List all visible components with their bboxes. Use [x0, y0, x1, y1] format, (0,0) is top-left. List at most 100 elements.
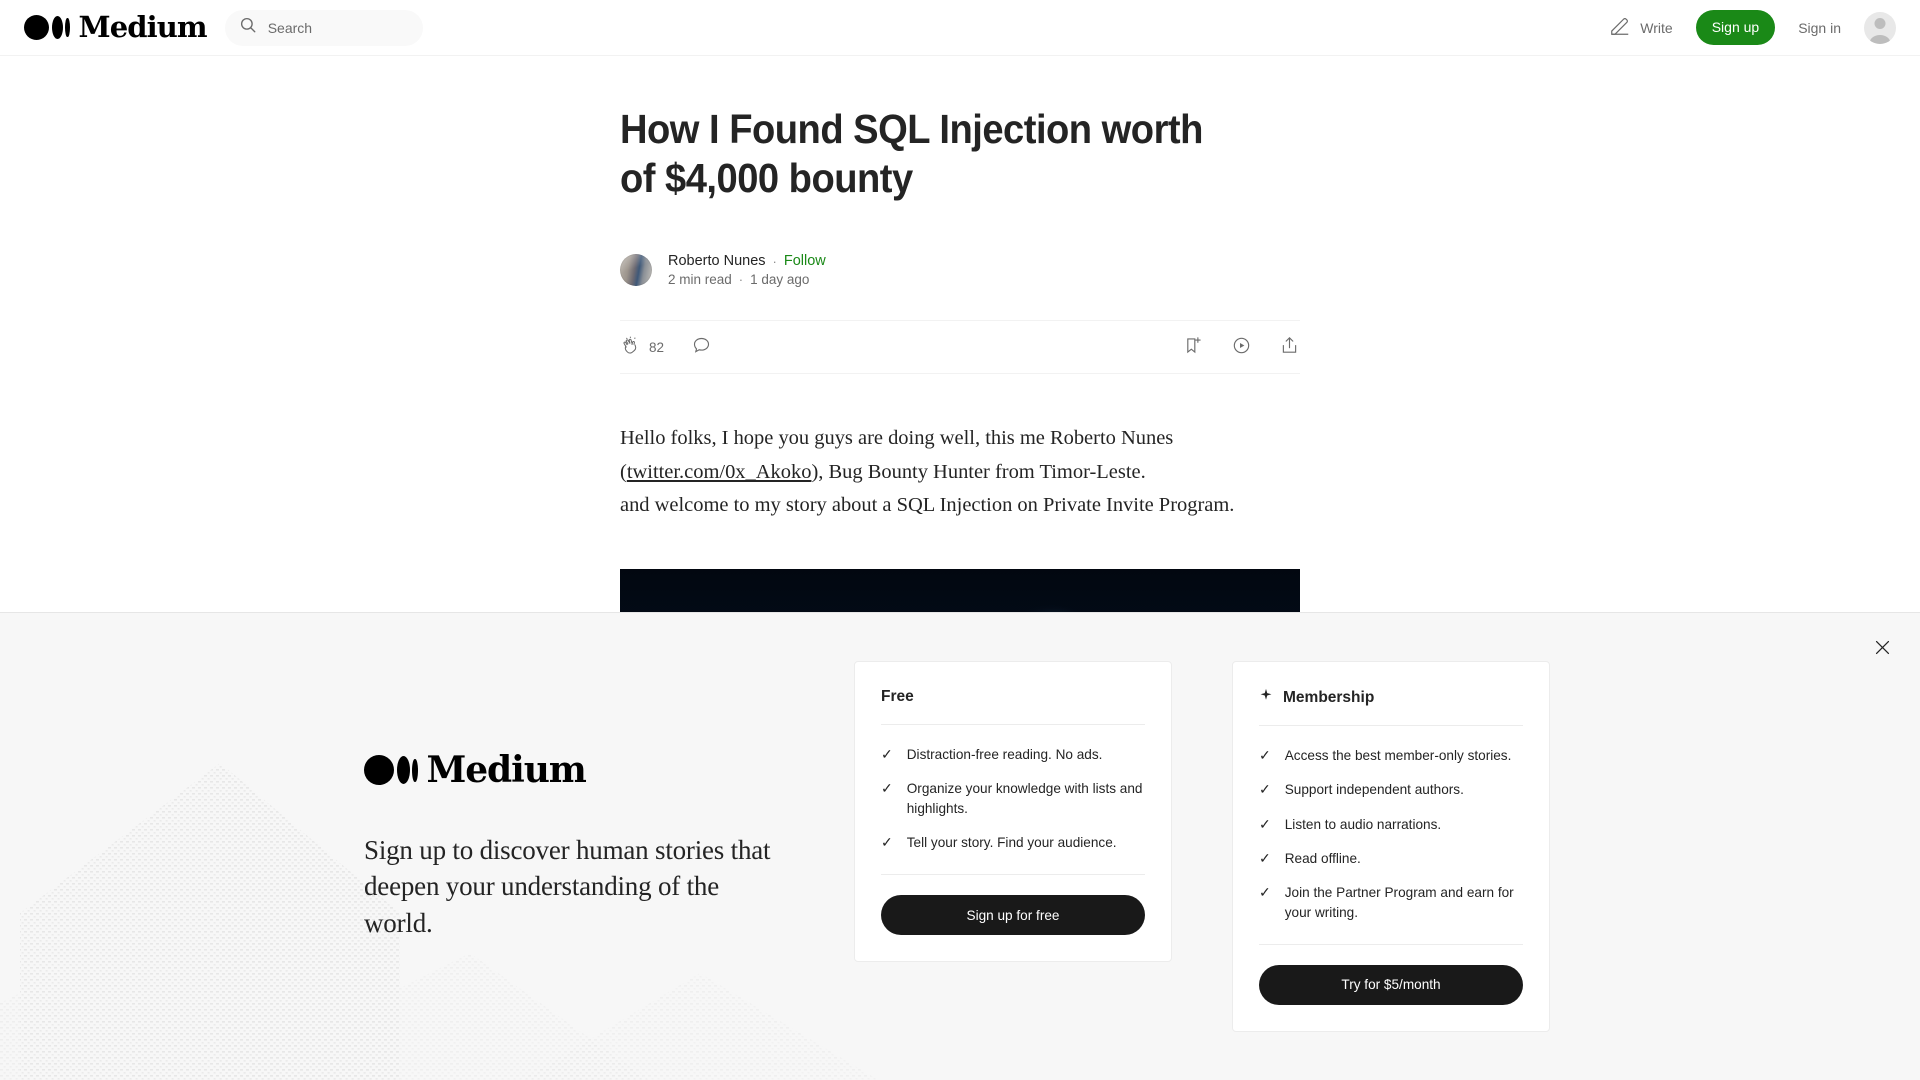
- header-left-group: Medium Search: [24, 9, 423, 46]
- listen-button[interactable]: [1231, 335, 1252, 359]
- check-icon: ✓: [1259, 884, 1271, 901]
- paragraph-line-3: and welcome to my story about a SQL Inje…: [620, 493, 1235, 516]
- membership-plan-divider-bottom: [1259, 943, 1523, 945]
- article-toolbar: 82: [620, 320, 1300, 375]
- free-plan-card: Free ✓ Distraction-free reading. No ads.…: [854, 661, 1172, 963]
- clap-count: 82: [649, 339, 665, 355]
- write-button-label: Write: [1640, 19, 1673, 36]
- banner-logo-mark: [364, 755, 418, 786]
- write-button[interactable]: Write: [1609, 15, 1673, 40]
- membership-plan-title: Membership: [1283, 688, 1375, 706]
- published-date: 1 day ago: [750, 272, 810, 288]
- medium-logo[interactable]: Medium: [24, 10, 208, 44]
- banner-logo-wordmark: Medium: [426, 749, 587, 792]
- list-item: ✓ Access the best member-only stories.: [1259, 746, 1523, 765]
- article-body-paragraph: Hello folks, I hope you guys are doing w…: [620, 422, 1300, 522]
- close-icon: [1873, 638, 1892, 660]
- search-icon: [239, 16, 257, 39]
- banner-content: Medium Sign up to discover human stories…: [0, 613, 1920, 1080]
- clap-button[interactable]: 82: [620, 335, 664, 359]
- search-input[interactable]: Search: [224, 9, 423, 46]
- list-item: ✓ Support independent authors.: [1259, 780, 1523, 799]
- feature-text: Read offline.: [1284, 851, 1361, 866]
- paragraph-open-paren: (: [620, 460, 627, 483]
- clap-icon: [620, 335, 641, 359]
- logo-circle-medium-icon: [51, 16, 63, 39]
- free-plan-title-row: Free: [881, 688, 1145, 706]
- paragraph-line-2-rest: ), Bug Bounty Hunter from Timor-Leste.: [811, 460, 1146, 483]
- plan-cards-group: Free ✓ Distraction-free reading. No ads.…: [854, 661, 1550, 1032]
- signup-banner: Medium Sign up to discover human stories…: [0, 612, 1920, 1080]
- author-name[interactable]: Roberto Nunes: [668, 253, 766, 269]
- user-avatar[interactable]: [1864, 11, 1896, 44]
- byline-primary-row: Roberto Nunes · Follow: [668, 253, 826, 269]
- banner-left-column: Medium Sign up to discover human stories…: [364, 752, 794, 941]
- article-title: How I Found SQL Injection worth of $4,00…: [620, 106, 1203, 202]
- feature-text: Access the best member-only stories.: [1284, 748, 1512, 764]
- byline-separator-2: ·: [738, 272, 744, 288]
- check-icon: ✓: [1259, 747, 1271, 764]
- site-header: Medium Search Write Sign up Sign in: [0, 0, 1920, 56]
- membership-plan-divider-top: [1259, 725, 1523, 727]
- share-icon: [1279, 335, 1300, 359]
- logo-circle-large-icon: [24, 15, 49, 40]
- banner-logo-circle-medium-icon: [396, 756, 410, 785]
- feature-text: Distraction-free reading. No ads.: [906, 747, 1103, 763]
- read-time: 2 min read: [668, 272, 732, 288]
- list-item: ✓ Tell your story. Find your audience.: [881, 833, 1145, 852]
- list-item: ✓ Distraction-free reading. No ads.: [881, 745, 1145, 764]
- signin-link[interactable]: Sign in: [1798, 20, 1841, 36]
- banner-headline: Sign up to discover human stories that d…: [364, 835, 771, 938]
- list-item: ✓ Read offline.: [1259, 849, 1523, 868]
- author-avatar[interactable]: [620, 254, 652, 287]
- membership-plan-title-row: Membership: [1259, 688, 1523, 707]
- banner-logo-circle-large-icon: [364, 755, 394, 786]
- bookmark-button[interactable]: [1183, 335, 1204, 359]
- medium-logo-mark: [24, 15, 70, 40]
- membership-plan-feature-list: ✓ Access the best member-only stories. ✓…: [1259, 746, 1523, 922]
- logo-circle-small-icon: [65, 18, 70, 37]
- free-plan-divider-top: [881, 724, 1145, 726]
- medium-logo-wordmark: Medium: [78, 10, 208, 44]
- byline-separator-1: ·: [772, 253, 777, 269]
- toolbar-left-group: 82: [620, 335, 712, 359]
- comment-icon: [691, 335, 712, 359]
- write-pencil-icon: [1609, 15, 1631, 40]
- header-right-group: Write Sign up Sign in: [1609, 10, 1896, 45]
- try-membership-button[interactable]: Try for $5/month: [1259, 964, 1523, 1005]
- comment-button[interactable]: [691, 335, 712, 359]
- share-button[interactable]: [1279, 335, 1300, 359]
- free-plan-title: Free: [881, 688, 914, 706]
- feature-text: Support independent authors.: [1284, 782, 1464, 798]
- feature-text: Join the Partner Program and earn for yo…: [1284, 885, 1514, 920]
- banner-medium-logo[interactable]: Medium: [364, 752, 794, 788]
- twitter-profile-link[interactable]: twitter.com/0x_Akoko: [627, 461, 812, 483]
- list-item: ✓ Join the Partner Program and earn for …: [1259, 883, 1523, 922]
- check-icon: ✓: [881, 834, 893, 850]
- check-icon: ✓: [881, 746, 893, 763]
- feature-text: Tell your story. Find your audience.: [906, 835, 1117, 850]
- byline-text-group: Roberto Nunes · Follow 2 min read · 1 da…: [668, 253, 826, 287]
- paragraph-line-1: Hello folks, I hope you guys are doing w…: [620, 427, 1174, 450]
- free-plan-divider-bottom: [881, 874, 1145, 876]
- list-item: ✓ Organize your knowledge with lists and…: [881, 779, 1145, 818]
- sparkle-icon: [1259, 688, 1273, 707]
- check-icon: ✓: [1259, 850, 1271, 866]
- search-placeholder-text: Search: [267, 19, 313, 36]
- byline-meta-row: 2 min read · 1 day ago: [668, 272, 826, 287]
- signup-button[interactable]: Sign up: [1695, 10, 1776, 45]
- check-icon: ✓: [881, 780, 893, 797]
- bookmark-add-icon: [1183, 335, 1204, 359]
- follow-link[interactable]: Follow: [784, 253, 826, 269]
- toolbar-right-group: [1183, 335, 1300, 359]
- free-plan-feature-list: ✓ Distraction-free reading. No ads. ✓ Or…: [881, 745, 1145, 852]
- feature-text: Organize your knowledge with lists and h…: [906, 781, 1143, 816]
- feature-text: Listen to audio narrations.: [1284, 816, 1442, 832]
- banner-logo-circle-small-icon: [412, 758, 418, 782]
- signup-for-free-button[interactable]: Sign up for free: [881, 895, 1145, 936]
- check-icon: ✓: [1259, 815, 1271, 832]
- membership-plan-card: Membership ✓ Access the best member-only…: [1232, 661, 1550, 1032]
- play-circle-icon: [1231, 335, 1252, 359]
- banner-close-button[interactable]: [1866, 633, 1898, 665]
- list-item: ✓ Listen to audio narrations.: [1259, 815, 1523, 834]
